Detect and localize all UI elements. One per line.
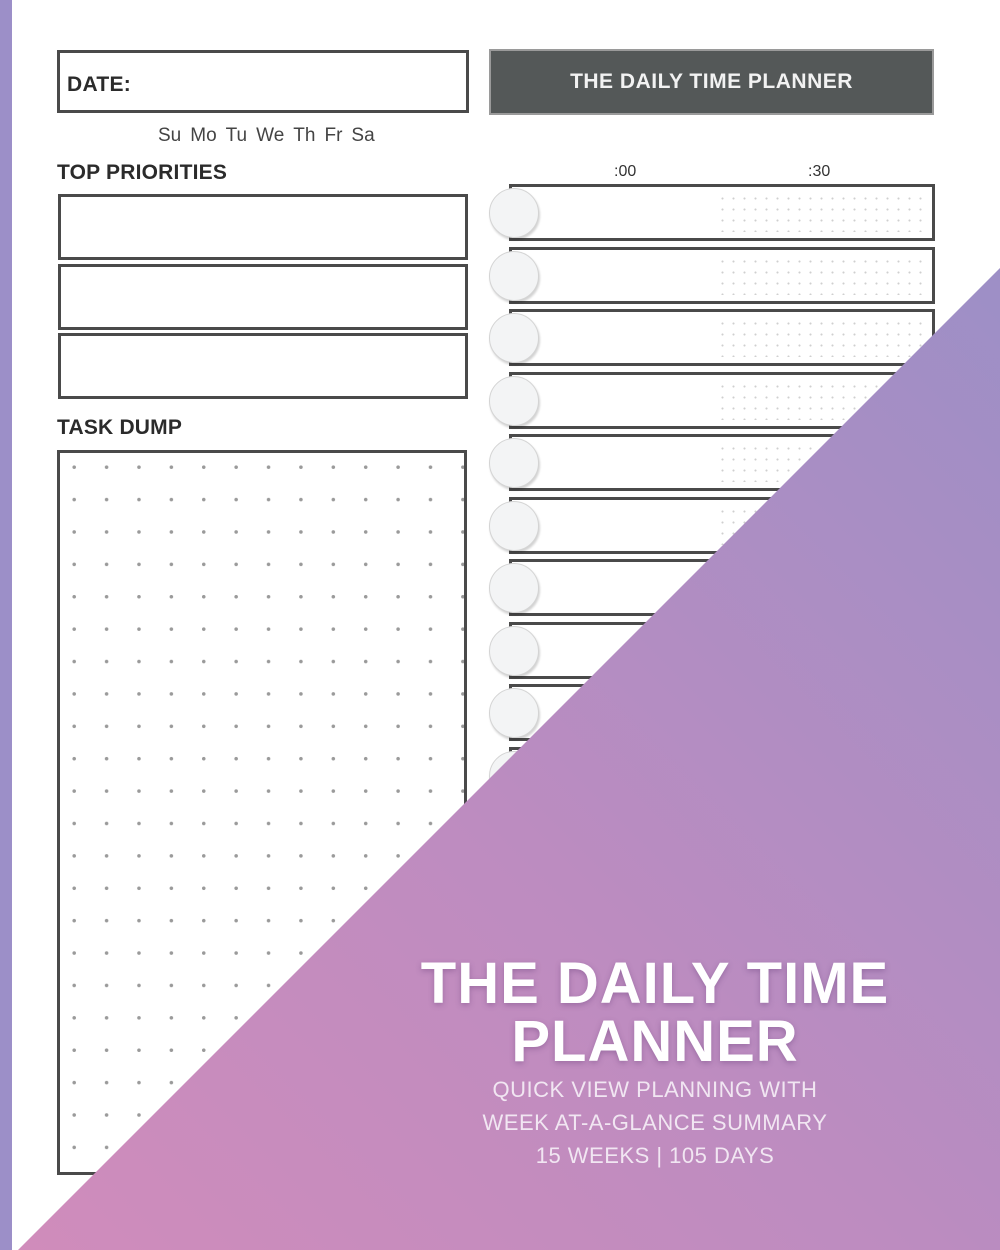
task-dump-heading: TASK DUMP bbox=[57, 416, 183, 439]
priority-field-1[interactable] bbox=[58, 194, 468, 260]
weekday-fr[interactable]: Fr bbox=[324, 125, 342, 147]
hour-slot[interactable] bbox=[509, 246, 935, 304]
hour-bubble-icon[interactable] bbox=[489, 688, 539, 738]
half-hour-dot-area bbox=[717, 693, 928, 732]
priority-field-2[interactable] bbox=[58, 264, 468, 330]
planner-title-banner: THE DAILY TIME PLANNER bbox=[489, 49, 934, 115]
time-header-30: :30 bbox=[808, 163, 831, 180]
hour-bubble-icon[interactable] bbox=[489, 500, 539, 551]
cover-title: THE DAILY TIME PLANNER bbox=[370, 955, 940, 1071]
half-hour-dot-area bbox=[717, 443, 928, 482]
hour-bubble-icon[interactable] bbox=[489, 438, 539, 488]
hour-slot[interactable] bbox=[509, 184, 935, 241]
weekday-we[interactable]: We bbox=[256, 125, 284, 147]
hour-bubble-icon[interactable] bbox=[489, 563, 539, 613]
hour-slot[interactable] bbox=[509, 746, 935, 804]
half-hour-dot-area bbox=[717, 380, 928, 420]
hour-bubble-icon[interactable] bbox=[489, 313, 539, 363]
hour-slot[interactable] bbox=[509, 684, 935, 741]
weekday-selector: Su Mo Tu We Th Fr Sa bbox=[158, 125, 375, 147]
hour-bubble-icon[interactable] bbox=[489, 375, 539, 426]
half-hour-dot-area bbox=[717, 568, 928, 607]
top-priorities-heading: TOP PRIORITIES bbox=[57, 161, 228, 184]
weekday-mo[interactable]: Mo bbox=[190, 125, 216, 147]
cover-subtitle-line-3: 15 WEEKS | 105 DAYS bbox=[535, 1143, 775, 1168]
half-hour-dot-area bbox=[717, 755, 928, 795]
hour-slot[interactable] bbox=[509, 434, 935, 491]
cover-subtitle-line-1: QUICK VIEW PLANNING WITH bbox=[492, 1077, 818, 1102]
half-hour-dot-area bbox=[717, 505, 928, 545]
half-hour-dot-area bbox=[717, 318, 928, 357]
weekday-tu[interactable]: Tu bbox=[226, 125, 247, 147]
cover-title-line-2: PLANNER bbox=[511, 1009, 799, 1074]
weekday-sa[interactable]: Sa bbox=[351, 125, 374, 147]
hour-slot[interactable] bbox=[509, 309, 935, 366]
cover-title-line-1: THE DAILY TIME bbox=[420, 951, 890, 1016]
cover-subtitle-line-2: WEEK AT-A-GLANCE SUMMARY bbox=[482, 1110, 828, 1135]
hour-bubble-icon[interactable] bbox=[489, 188, 539, 238]
weekday-su[interactable]: Su bbox=[158, 125, 181, 147]
hour-slot[interactable] bbox=[509, 371, 935, 429]
left-accent-bar bbox=[0, 0, 12, 1250]
time-header-00: :00 bbox=[614, 163, 637, 180]
planner-title: THE DAILY TIME PLANNER bbox=[570, 70, 853, 93]
hour-slot[interactable] bbox=[509, 496, 935, 554]
date-label: DATE: bbox=[67, 73, 132, 96]
date-field[interactable]: DATE: bbox=[57, 50, 469, 113]
hour-bubble-icon[interactable] bbox=[489, 250, 539, 301]
half-hour-dot-area bbox=[717, 630, 928, 670]
priority-field-3[interactable] bbox=[58, 333, 468, 399]
hour-bubble-icon[interactable] bbox=[489, 625, 539, 676]
weekday-th[interactable]: Th bbox=[293, 125, 315, 147]
half-hour-dot-area bbox=[717, 255, 928, 295]
hour-slot[interactable] bbox=[509, 621, 935, 679]
half-hour-dot-area bbox=[717, 193, 928, 232]
hour-bubble-icon[interactable] bbox=[489, 750, 539, 801]
hour-slot[interactable] bbox=[509, 559, 935, 616]
